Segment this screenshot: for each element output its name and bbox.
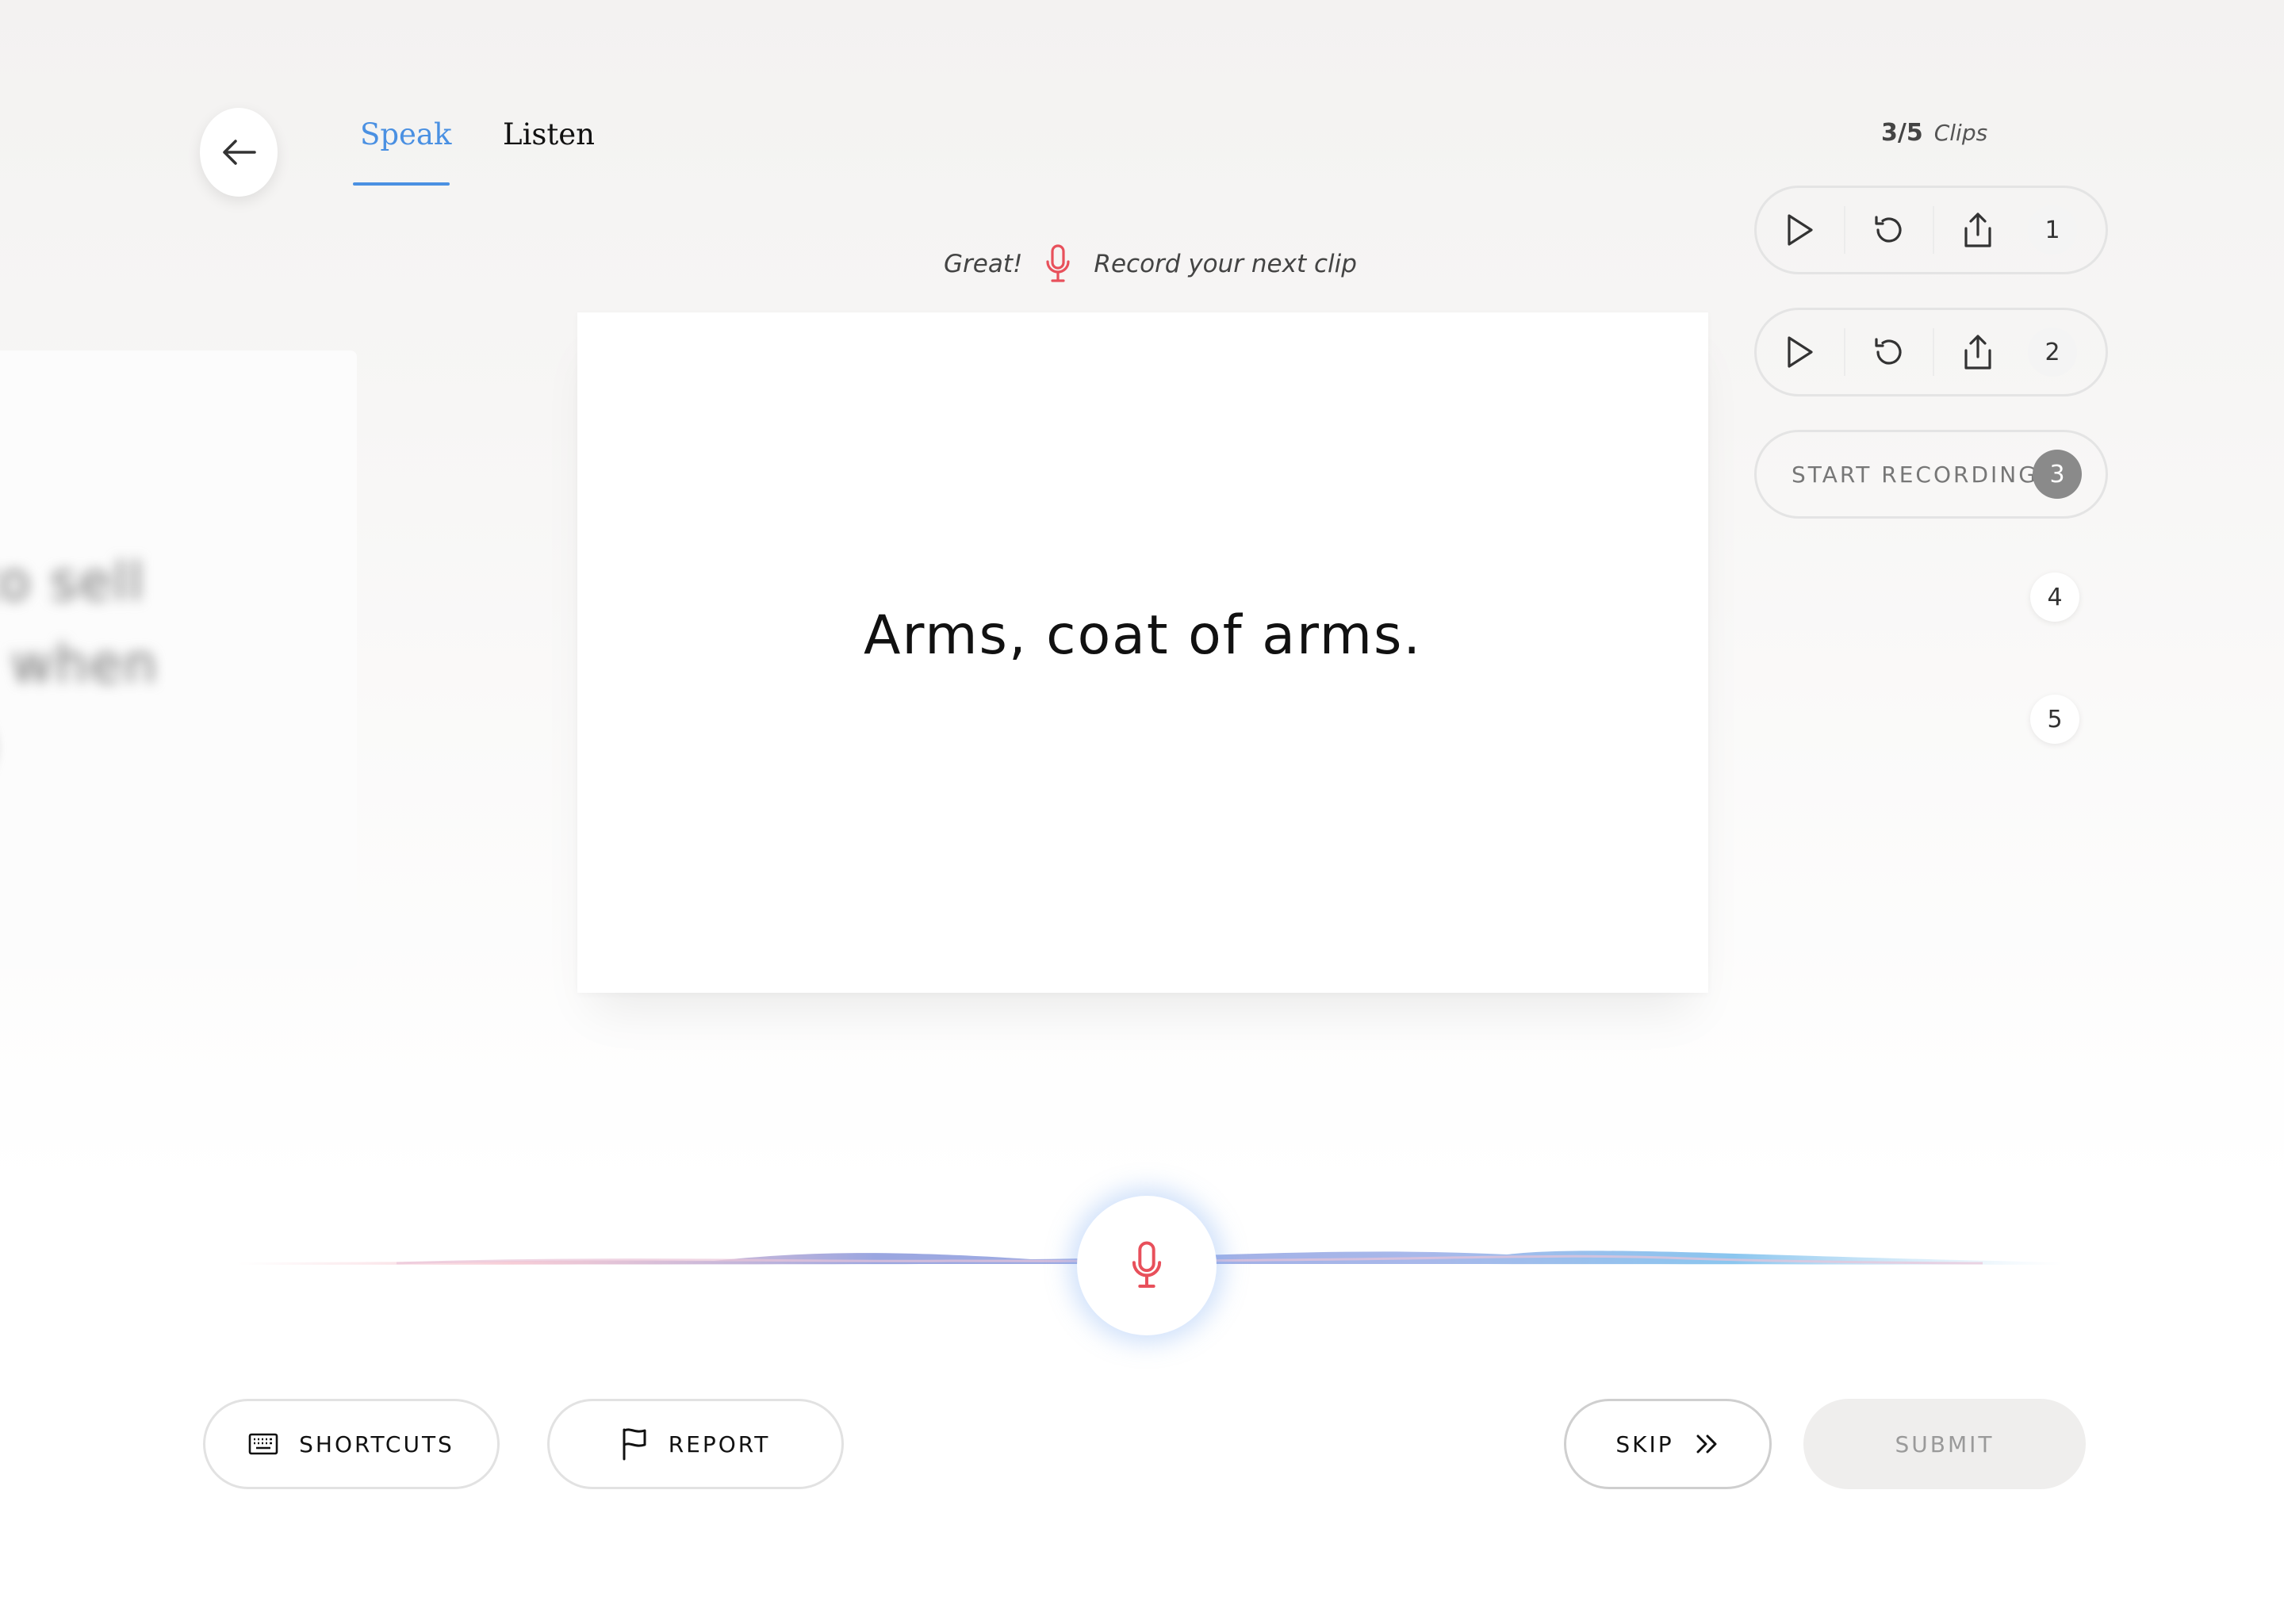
play-button[interactable] — [1757, 310, 1844, 394]
share-icon — [1964, 213, 1991, 247]
submit-button[interactable]: SUBMIT — [1803, 1399, 2086, 1489]
back-button[interactable] — [200, 108, 278, 197]
shortcuts-button[interactable]: SHORTCUTS — [203, 1399, 500, 1489]
play-icon — [1788, 214, 1813, 246]
keyboard-icon — [248, 1433, 278, 1455]
clips-count: 3/5 — [1881, 119, 1923, 147]
play-button[interactable] — [1757, 188, 1844, 272]
clips-label: Clips — [1933, 120, 1988, 146]
tab-listen[interactable]: Listen — [503, 117, 595, 151]
clip-number-badge: 4 — [2030, 573, 2079, 622]
sentence-text: Arms, coat of arms. — [864, 603, 1422, 667]
shortcuts-label: SHORTCUTS — [299, 1431, 454, 1457]
clip-number-badge: 2 — [2028, 327, 2077, 377]
clip-row-2: 2 — [1754, 308, 2108, 396]
record-button[interactable] — [1077, 1196, 1217, 1335]
clips-counter: 3/5 Clips — [1881, 119, 1987, 147]
flag-icon — [623, 1428, 646, 1461]
rerecord-button[interactable] — [1845, 188, 1933, 272]
clip-number-badge: 5 — [2030, 695, 2079, 744]
rerecord-button[interactable] — [1845, 310, 1933, 394]
skip-label: SKIP — [1615, 1431, 1674, 1457]
report-label: REPORT — [668, 1431, 771, 1457]
clip-number-badge: 3 — [2033, 450, 2082, 499]
share-icon — [1964, 335, 1991, 370]
start-recording-label: START RECORDING — [1792, 461, 2038, 488]
clip-row-1: 1 — [1754, 186, 2108, 274]
status-prefix: Great! — [944, 250, 1023, 278]
microphone-icon — [1132, 1241, 1162, 1289]
rerecord-icon — [1875, 216, 1902, 243]
rerecord-icon — [1875, 338, 1902, 365]
microphone-icon — [1046, 244, 1071, 282]
start-recording-button[interactable]: START RECORDING 3 — [1754, 430, 2108, 519]
previous-sentence-text: to sell l when ) — [0, 551, 159, 695]
status-text: Record your next clip — [1094, 250, 1357, 278]
skip-button[interactable]: SKIP — [1564, 1399, 1772, 1489]
clip-number-badge: 1 — [2028, 205, 2077, 255]
arrow-left-icon — [223, 140, 256, 165]
share-button[interactable] — [1934, 310, 2021, 394]
report-button[interactable]: REPORT — [547, 1399, 844, 1489]
submit-label: SUBMIT — [1895, 1431, 1995, 1457]
play-icon — [1788, 336, 1813, 368]
sentence-card: Arms, coat of arms. — [577, 312, 1708, 993]
double-chevron-right-icon — [1696, 1434, 1717, 1454]
tab-speak[interactable]: Speak — [360, 117, 451, 151]
share-button[interactable] — [1934, 188, 2021, 272]
previous-sentence-card: to sell l when ) — [0, 350, 357, 969]
status-message: Great! Record your next clip — [944, 244, 1357, 284]
active-tab-indicator — [353, 182, 450, 186]
